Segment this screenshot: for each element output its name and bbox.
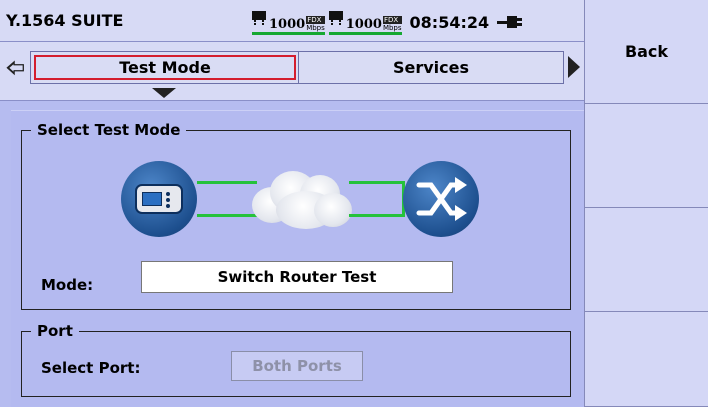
title-bar: Y.1564 SUITE 1000 FDX Mbps 1000 FDX Mbps [0,0,584,42]
port-2-link-bar [328,32,402,35]
back-button[interactable]: Back [584,0,708,104]
port-1-status: 1000 FDX Mbps [252,9,325,35]
port-legend: Port [31,322,79,340]
test-mode-diagram [121,159,481,239]
select-port-button[interactable]: Both Ports [231,351,363,381]
port-2-status: 1000 FDX Mbps [328,9,402,35]
port-icon [328,11,343,23]
tab-bar: 🢤 Test Mode Services [0,42,584,100]
ac-power-icon [497,16,523,28]
softkey-2[interactable] [584,104,708,208]
tab-scroll-left-icon[interactable]: 🢤 [6,56,25,86]
app-title: Y.1564 SUITE [6,11,124,30]
test-device-icon [121,161,197,237]
port-2-mbps: Mbps [382,24,402,32]
port-1-unit: FDX Mbps [306,16,325,32]
tab-services[interactable]: Services [298,51,564,84]
softkey-4[interactable] [584,312,708,407]
port-icon [252,11,266,23]
port-1-link-bar [252,32,325,35]
mode-label: Mode: [41,276,94,294]
network-cloud-icon [248,165,354,231]
main-panel: Y.1564 SUITE 1000 FDX Mbps 1000 FDX Mbps [0,0,584,407]
port-2-duplex: FDX [382,16,402,24]
port-2-unit: FDX Mbps [382,16,402,32]
tab-scroll-right-icon[interactable] [568,56,580,78]
port-1-mbps: Mbps [306,24,325,32]
mode-select[interactable]: Switch Router Test [141,261,453,293]
port-1-speed: 1000 [269,17,306,32]
clock: 08:54:24 [409,12,490,32]
active-tab-indicator-icon [152,88,176,98]
tab-test-mode[interactable]: Test Mode [30,51,300,84]
switch-router-icon [403,161,479,237]
status-area: 1000 FDX Mbps 1000 FDX Mbps 08:54:24 [252,6,523,38]
softkey-panel: Back [584,0,708,407]
content-area: Select Test Mode Mode: Switch Router Tes… [11,110,584,407]
select-test-mode-legend: Select Test Mode [31,121,187,139]
port-1-duplex: FDX [306,16,325,24]
select-port-label: Select Port: [41,359,141,377]
port-2-speed: 1000 [345,17,382,32]
softkey-3[interactable] [584,208,708,312]
divider [0,100,584,101]
